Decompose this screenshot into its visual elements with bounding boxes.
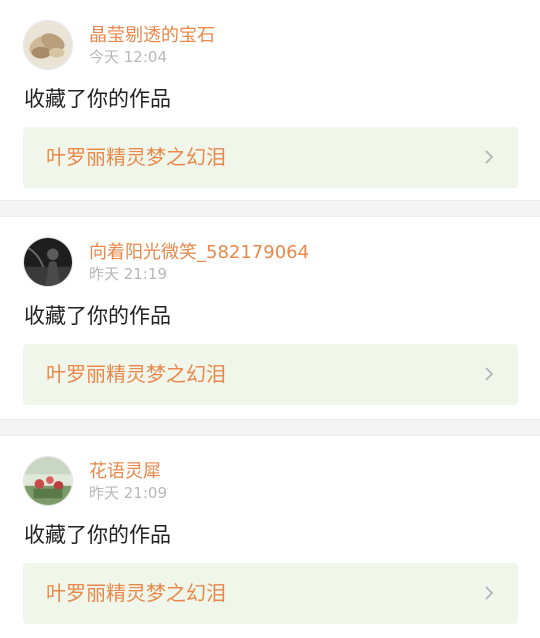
work-link[interactable]: 叶罗丽精灵梦之幻泪 bbox=[23, 563, 518, 624]
username[interactable]: 向着阳光微笑_582179064 bbox=[89, 242, 309, 264]
work-title: 叶罗丽精灵梦之幻泪 bbox=[46, 145, 226, 169]
notification-card: 向着阳光微笑_582179064 昨天 21:19 收藏了你的作品 叶罗丽精灵梦… bbox=[0, 217, 540, 419]
username[interactable]: 晶莹剔透的宝石 bbox=[89, 25, 215, 47]
timestamp: 昨天 21:19 bbox=[89, 265, 167, 283]
notification-card: 晶莹剔透的宝石 今天 12:04 收藏了你的作品 叶罗丽精灵梦之幻泪 bbox=[0, 0, 540, 200]
chevron-right-icon bbox=[484, 149, 494, 165]
username[interactable]: 花语灵犀 bbox=[89, 461, 161, 483]
work-title: 叶罗丽精灵梦之幻泪 bbox=[46, 362, 226, 386]
work-link[interactable]: 叶罗丽精灵梦之幻泪 bbox=[23, 127, 518, 188]
action-text: 收藏了你的作品 bbox=[24, 523, 171, 547]
gem-photo-avatar-icon bbox=[24, 21, 72, 69]
action-text: 收藏了你的作品 bbox=[24, 304, 171, 328]
notification-feed: 晶莹剔透的宝石 今天 12:04 收藏了你的作品 叶罗丽精灵梦之幻泪 向着阳光微… bbox=[0, 0, 540, 638]
timestamp: 昨天 21:09 bbox=[89, 484, 167, 502]
chevron-right-icon bbox=[484, 585, 494, 601]
avatar[interactable] bbox=[23, 237, 73, 287]
flower-photo-avatar-icon bbox=[24, 457, 72, 505]
separator bbox=[0, 200, 540, 217]
timestamp: 今天 12:04 bbox=[89, 48, 167, 66]
notification-card: 花语灵犀 昨天 21:09 收藏了你的作品 叶罗丽精灵梦之幻泪 bbox=[0, 436, 540, 638]
dark-figure-avatar-icon bbox=[24, 238, 72, 286]
separator bbox=[0, 419, 540, 436]
work-link[interactable]: 叶罗丽精灵梦之幻泪 bbox=[23, 344, 518, 405]
avatar[interactable] bbox=[23, 456, 73, 506]
chevron-right-icon bbox=[484, 366, 494, 382]
action-text: 收藏了你的作品 bbox=[24, 87, 171, 111]
work-title: 叶罗丽精灵梦之幻泪 bbox=[46, 581, 226, 605]
avatar[interactable] bbox=[23, 20, 73, 70]
